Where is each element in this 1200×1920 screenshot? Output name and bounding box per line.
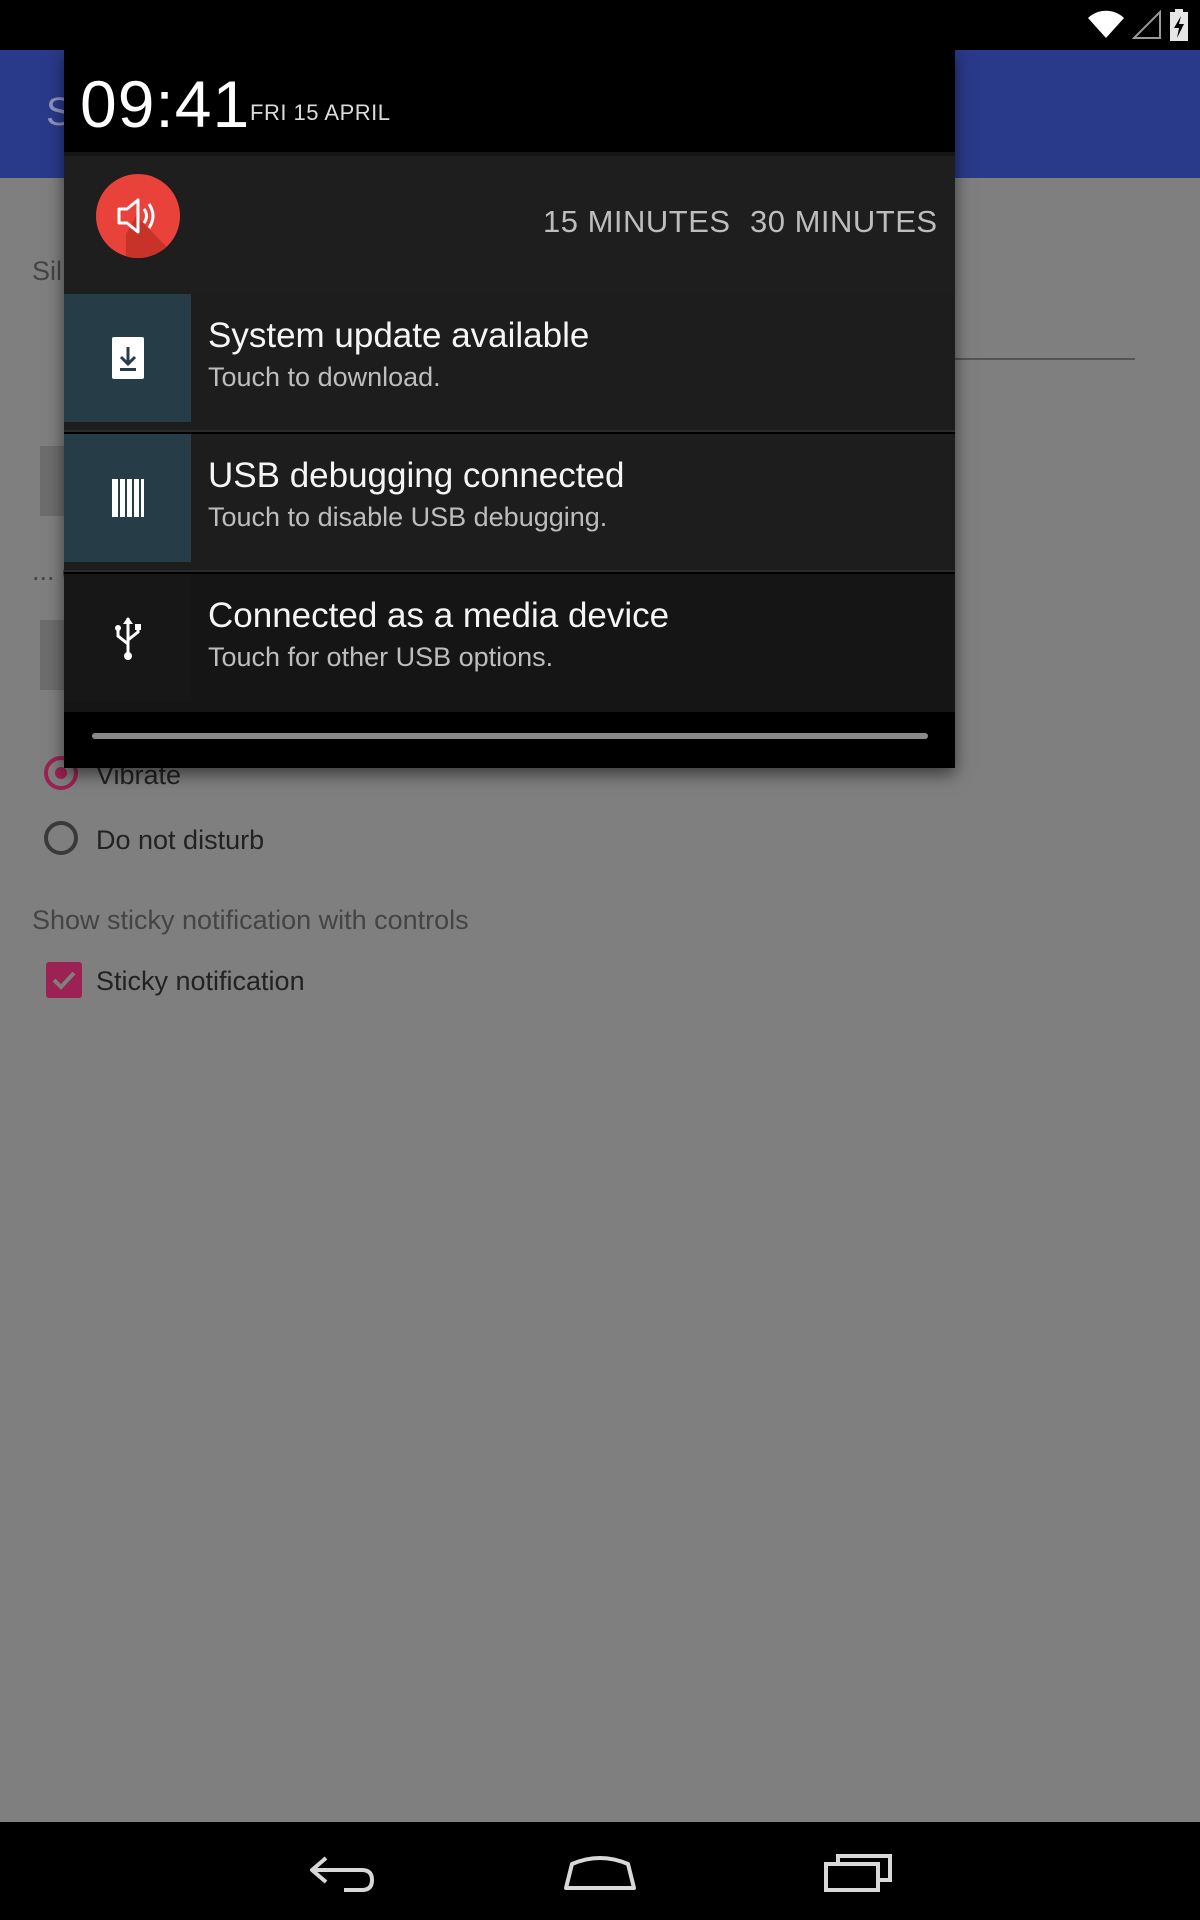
zen-30-minutes-button[interactable]: 30 MINUTES [750,204,938,240]
notification-usb-debugging[interactable]: USB debugging connected Touch to disable… [64,434,955,572]
navigation-bar [0,1822,1200,1920]
notification-icon-container [64,294,191,422]
wifi-icon [1088,10,1124,39]
notification-divider [64,430,955,432]
shade-drag-handle[interactable] [92,733,928,739]
notification-shade: 09:41 FRI 15 APRIL 15 MINUTES 30 MINUTES… [64,50,955,768]
date[interactable]: FRI 15 APRIL [250,100,391,126]
notification-title: USB debugging connected [208,456,625,495]
back-icon[interactable] [308,1850,378,1894]
notification-divider [64,570,955,572]
system-update-icon [111,337,144,379]
app-input-underline [955,358,1135,360]
notification-title: Connected as a media device [208,596,670,635]
volume-icon[interactable] [96,174,180,258]
notification-system-update[interactable]: System update available Touch to downloa… [64,294,955,432]
sticky-checkbox[interactable] [46,962,82,998]
notification-icon-container [64,574,191,702]
usb-debugging-icon [111,479,144,517]
check-icon [52,971,76,990]
notification-title: System update available [208,316,590,355]
home-icon[interactable] [562,1850,638,1894]
notification-text: Touch to disable USB debugging. [208,502,608,532]
recents-icon[interactable] [822,1850,894,1894]
clock[interactable]: 09:41 [80,66,250,142]
app-section-label: Sil [32,256,63,286]
zen-15-minutes-button[interactable]: 15 MINUTES [543,204,731,240]
notification-media-device[interactable]: Connected as a media device Touch for ot… [64,574,955,712]
radio-do-not-disturb[interactable] [44,821,78,855]
sticky-checkbox-label: Sticky notification [96,966,305,996]
usb-icon [114,617,141,660]
notification-icon-container [64,434,191,562]
zen-mode-row: 15 MINUTES 30 MINUTES [64,152,955,296]
battery-charging-icon [1170,9,1188,41]
status-bar [0,0,1200,50]
signal-icon [1132,10,1161,39]
sticky-heading: Show sticky notification with controls [32,905,469,935]
radio-do-not-disturb-label: Do not disturb [96,825,265,855]
notification-text: Touch to download. [208,362,441,392]
notification-text: Touch for other USB options. [208,642,554,672]
status-icons [1086,8,1190,42]
